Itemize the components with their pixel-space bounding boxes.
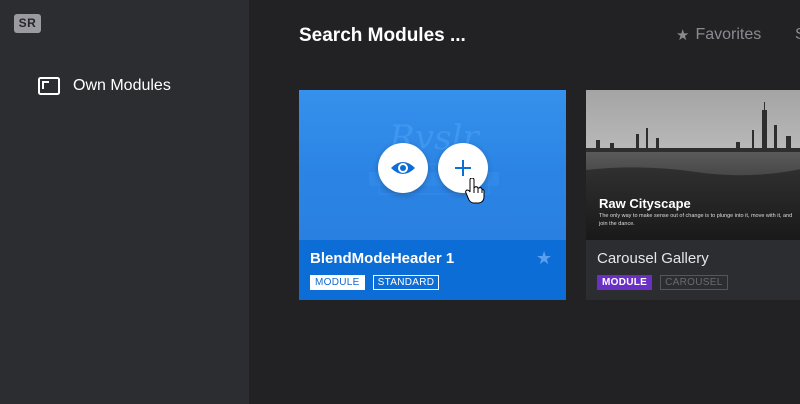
tag-standard: STANDARD [372,275,440,290]
tab-favorites-label: Favorites [695,26,762,43]
slide-caption: The only way to make sense out of change… [599,213,793,227]
sidebar: SR Own Modules [0,0,249,404]
sr-logo: SR [14,14,41,33]
card-footer: BlendModeHeader 1 ★ MODULE STANDARD [299,240,566,300]
tag-list: MODULE STANDARD [310,275,447,290]
card-title: BlendModeHeader 1 [310,250,455,267]
eye-icon [391,162,415,174]
tag-module: MODULE [310,275,365,290]
sidebar-item-own-modules[interactable]: Own Modules [38,74,171,98]
card-title: Carousel Gallery [597,250,709,267]
tag-carousel: CAROUSEL [660,275,728,290]
tag-list: MODULE CAROUSEL [597,275,736,290]
card-footer: Carousel Gallery MODULE CAROUSEL [586,240,800,300]
module-thumbnail: Raw Cityscape The only way to make sense… [586,90,800,240]
slide-title: Raw Cityscape [599,196,691,211]
module-card-blendmodeheader[interactable]: Rvslr BlendModeHeader 1 ★ MODULE STANDAR… [299,90,566,300]
image-frame-icon [38,77,60,95]
search-modules-input[interactable]: Search Modules ... [299,25,466,47]
module-library-window: SR Own Modules Search Modules ... ★ Favo… [0,0,800,404]
tab-partial[interactable]: S [795,26,800,44]
module-card-carousel-gallery[interactable]: Raw Cityscape The only way to make sense… [586,90,800,300]
star-icon[interactable]: ★ [536,248,552,269]
preview-button[interactable] [378,143,428,193]
star-icon: ★ [676,27,690,44]
sidebar-item-label: Own Modules [73,77,171,94]
plus-icon [455,160,471,176]
tag-module: MODULE [597,275,653,290]
module-thumbnail: Rvslr [299,90,566,240]
tab-favorites[interactable]: ★ Favorites [676,26,761,44]
hand-pointer-cursor-icon [465,178,485,204]
